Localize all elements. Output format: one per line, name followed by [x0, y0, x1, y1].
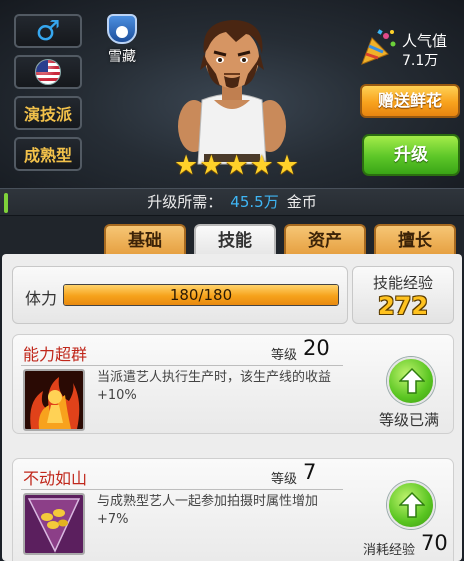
upgrade-cost-value: 45.5万: [230, 193, 279, 211]
star-icon: ★: [249, 150, 274, 181]
skill-description: 与成熟型艺人一起参加拍摄时属性增加+7%: [97, 494, 319, 527]
skill-level-label: 等级: [271, 472, 298, 487]
character-portrait: [178, 20, 286, 165]
tab-skills[interactable]: 技能: [194, 224, 276, 258]
upgrade-cost-label: 升级所需：: [147, 193, 223, 211]
skill-level: 7: [303, 460, 317, 484]
skill-upgrade-button[interactable]: [387, 481, 435, 529]
skills-panel: 体力 180/180 技能经验 272 能力超群 等级 20 当派遣艺人执行生产…: [2, 254, 462, 561]
party-popper-icon: [361, 29, 396, 65]
skill-name: 不动如山: [23, 469, 88, 488]
star-icon: ★: [224, 150, 249, 181]
gift-flowers-button[interactable]: 赠送鲜花: [360, 84, 460, 118]
skill-upgrade-button[interactable]: [387, 357, 435, 405]
popularity-value: 7.1万: [402, 53, 439, 69]
skill-exp-value: 272: [377, 292, 429, 320]
tab-assets[interactable]: 资产: [284, 224, 366, 258]
tab-bar: 基础 技能 资产 擅长: [0, 216, 464, 258]
stamina-bar: 180/180: [63, 284, 339, 306]
skill-description: 当派遣艺人执行生产时，该生产线的收益+10%: [97, 370, 332, 403]
skill-name: 能力超群: [23, 345, 88, 364]
star-icon: ★: [199, 150, 224, 181]
arrow-up-icon: [399, 491, 425, 518]
star-rating: ★ ★ ★ ★ ★: [174, 152, 299, 179]
skill-level-label: 等级: [271, 348, 298, 363]
gender-badge: ♂: [14, 14, 82, 48]
skill-level: 20: [303, 336, 330, 360]
male-icon: ♂: [35, 14, 61, 47]
cost-bar-accent: [4, 193, 8, 213]
popularity-panel: 人气值 7.1万: [358, 26, 458, 70]
stamina-label: 体力: [25, 289, 58, 308]
star-icon: ★: [174, 150, 199, 181]
us-flag-icon: [35, 59, 61, 85]
upgrade-button[interactable]: 升级: [362, 134, 460, 176]
popularity-label: 人气值: [402, 32, 448, 50]
skill-divider: [21, 365, 343, 366]
upgrade-cost-bar: 升级所需： 45.5万 金币: [0, 188, 464, 216]
drink-glass-icon: [23, 493, 85, 555]
skill-card: 能力超群 等级 20 当派遣艺人执行生产时，该生产线的收益+10% 等级已满: [12, 334, 454, 434]
status-icon: [107, 14, 137, 44]
skill-divider: [21, 489, 343, 490]
acting-style-label: 演技派: [23, 105, 72, 124]
nationality-badge: [14, 55, 82, 89]
stamina-value: 180/180: [169, 286, 233, 304]
character-header: ♂ 演技派 成熟型 雪藏 ★ ★ ★ ★ ★ 人气值 7.1万 赠送鲜花 升级: [0, 0, 464, 188]
arrow-up-icon: [399, 367, 425, 394]
status-block: 雪藏: [98, 14, 146, 66]
fire-figure-icon: [23, 369, 85, 431]
maturity-label: 成熟型: [23, 146, 72, 165]
skill-exp-box: 技能经验 272: [352, 266, 454, 324]
skill-max-level-text: 等级已满: [379, 411, 440, 429]
stamina-box: 体力 180/180: [12, 266, 348, 324]
skill-exp-label: 技能经验: [372, 274, 433, 292]
tab-basic[interactable]: 基础: [104, 224, 186, 258]
upgrade-cost-unit: 金币: [286, 193, 317, 211]
acting-style-tag: 演技派: [14, 96, 82, 130]
star-icon: ★: [274, 150, 300, 181]
skill-card: 不动如山 等级 7 与成熟型艺人一起参加拍摄时属性增加+7% 消耗经验 70: [12, 458, 454, 561]
maturity-tag: 成熟型: [14, 137, 82, 171]
status-text: 雪藏: [108, 49, 136, 65]
tab-specialty[interactable]: 擅长: [374, 224, 456, 258]
skill-cost-label: 消耗经验: [363, 543, 416, 558]
skill-cost-value: 70: [421, 531, 448, 555]
